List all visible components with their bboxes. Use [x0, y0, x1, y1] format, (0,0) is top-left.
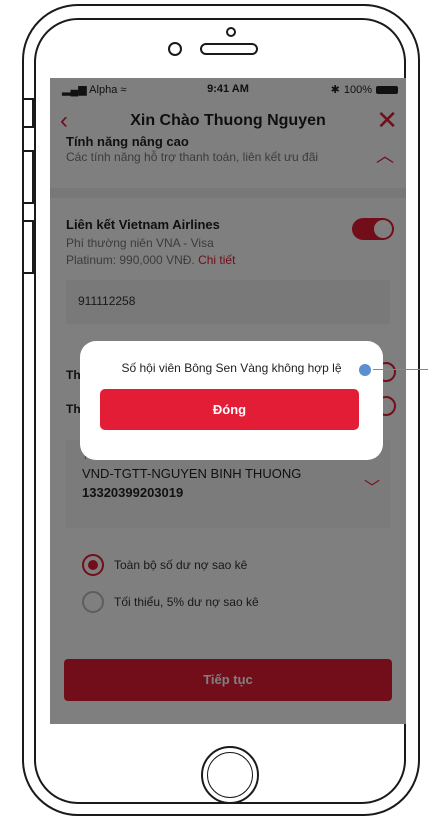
home-button[interactable] — [201, 746, 259, 804]
volume-down-button — [22, 220, 34, 274]
camera-icon — [226, 27, 236, 37]
front-camera-icon — [168, 42, 182, 56]
annotation-line — [371, 369, 428, 370]
volume-up-button — [22, 150, 34, 204]
error-dialog: Số hội viên Bông Sen Vàng không hợp lệ Đ… — [80, 341, 383, 460]
mute-switch — [22, 98, 34, 128]
annotation-dot-icon — [357, 362, 373, 378]
speaker-icon — [200, 43, 258, 55]
close-dialog-button[interactable]: Đóng — [100, 389, 359, 430]
error-message: Số hội viên Bông Sen Vàng không hợp lệ — [121, 361, 342, 375]
